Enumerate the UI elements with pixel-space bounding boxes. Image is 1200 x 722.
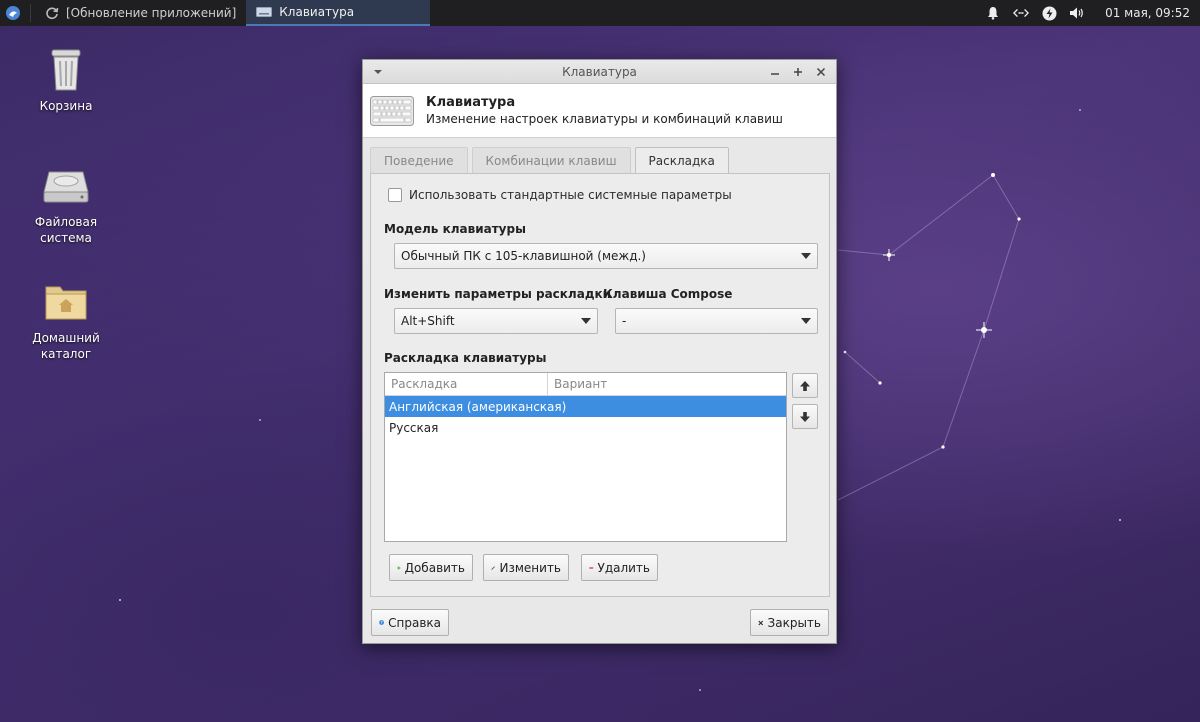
hard-drive-icon xyxy=(43,171,89,203)
help-icon: ? xyxy=(379,620,384,625)
switch-layout-value: Alt+Shift xyxy=(401,314,455,328)
close-icon[interactable] xyxy=(814,64,828,80)
keyboard-icon xyxy=(256,7,273,17)
desktop-icon-trash[interactable]: Корзина xyxy=(21,46,111,114)
desktop-icon-home[interactable]: Домашний каталог xyxy=(21,278,111,362)
desktop-icon-label: Корзина xyxy=(39,99,93,113)
home-folder-icon xyxy=(45,286,87,320)
minimize-icon[interactable] xyxy=(768,64,782,80)
arrow-down-icon xyxy=(800,411,810,422)
keyboard-layouts-label: Раскладка клавиатуры xyxy=(384,351,547,365)
edit-button-label: Изменить xyxy=(499,560,562,575)
trash-icon xyxy=(51,49,81,91)
chevron-down-icon xyxy=(581,318,591,324)
keyboard-layouts-list: Раскладка Вариант Английская (американск… xyxy=(384,372,787,542)
tab-bar: Поведение Комбинации клавиш Раскладка xyxy=(370,147,729,174)
task-keyboard[interactable]: Клавиатура xyxy=(246,0,431,26)
tab-behavior[interactable]: Поведение xyxy=(370,147,468,173)
maximize-icon[interactable] xyxy=(791,64,805,80)
help-button-label: Справка xyxy=(388,615,441,630)
use-system-defaults-checkbox[interactable] xyxy=(388,188,402,202)
system-tray: 01 мая, 09:52 xyxy=(985,5,1200,21)
task-label: [Обновление приложений] xyxy=(66,6,237,20)
pencil-icon xyxy=(491,565,495,570)
keyboard-model-select[interactable]: Обычный ПК с 105-клавишной (межд.) xyxy=(394,243,818,269)
desktop-icon-label: Домашний каталог xyxy=(32,331,100,361)
column-header-layout[interactable]: Раскладка xyxy=(385,373,548,395)
task-label: Клавиатура xyxy=(279,5,355,19)
window-menu-icon[interactable] xyxy=(371,65,385,79)
desktop-icon-filesystem[interactable]: Файловая система xyxy=(21,162,111,246)
row-layout: Русская xyxy=(389,420,439,435)
window-title: Клавиатура xyxy=(562,64,637,79)
tab-shortcuts[interactable]: Комбинации клавиш xyxy=(471,147,631,173)
use-system-defaults-row[interactable]: Использовать стандартные системные парам… xyxy=(388,188,732,202)
row-layout: Английская (американская) xyxy=(389,399,567,414)
tab-layout[interactable]: Раскладка xyxy=(634,147,729,174)
power-icon[interactable] xyxy=(1041,5,1057,21)
help-button[interactable]: ? Справка xyxy=(371,609,449,636)
remove-layout-button[interactable]: Удалить xyxy=(581,554,658,581)
switch-layout-select[interactable]: Alt+Shift xyxy=(394,308,598,334)
layout-tab-content: Использовать стандартные системные парам… xyxy=(370,173,830,597)
volume-icon[interactable] xyxy=(1069,5,1085,21)
keyboard-model-label: Модель клавиатуры xyxy=(384,222,526,236)
use-system-defaults-label: Использовать стандартные системные парам… xyxy=(409,188,732,202)
svg-text:?: ? xyxy=(381,621,383,625)
plus-icon xyxy=(397,565,401,570)
keyboard-large-icon xyxy=(370,95,414,126)
xfce-logo-icon xyxy=(6,6,20,20)
top-panel: [Обновление приложений] Клавиатура 01 ма… xyxy=(0,0,1200,26)
chevron-down-icon xyxy=(801,253,811,259)
table-row[interactable]: Английская (американская) xyxy=(385,396,786,417)
switch-layout-label: Изменить параметры раскладки xyxy=(384,287,612,301)
arrow-up-icon xyxy=(800,380,810,391)
task-software-updater[interactable]: [Обновление приложений] xyxy=(35,0,246,26)
clock[interactable]: 01 мая, 09:52 xyxy=(1105,6,1190,20)
header-title: Клавиатура xyxy=(426,95,516,110)
add-button-label: Добавить xyxy=(404,560,465,575)
close-x-icon xyxy=(758,620,764,625)
compose-key-value: - xyxy=(622,314,627,328)
header-subtitle: Изменение настроек клавиатуры и комбинац… xyxy=(426,112,783,126)
remove-button-label: Удалить xyxy=(597,560,651,575)
dialog-header: Клавиатура Изменение настроек клавиатуры… xyxy=(363,84,836,138)
compose-key-select[interactable]: - xyxy=(615,308,818,334)
refresh-icon xyxy=(46,7,59,20)
table-row[interactable]: Русская xyxy=(385,417,786,438)
keyboard-model-value: Обычный ПК с 105-клавишной (межд.) xyxy=(401,249,646,263)
add-layout-button[interactable]: Добавить xyxy=(389,554,473,581)
desktop-icon-label: Файловая система xyxy=(34,215,98,245)
close-button-label: Закрыть xyxy=(767,615,821,630)
window-titlebar[interactable]: Клавиатура xyxy=(363,60,836,84)
network-icon[interactable] xyxy=(1013,5,1030,21)
chevron-down-icon xyxy=(801,318,811,324)
keyboard-settings-dialog: Клавиатура Клавиатура Изменение настроек… xyxy=(362,59,837,644)
column-header-variant[interactable]: Вариант xyxy=(548,373,607,395)
close-button[interactable]: Закрыть xyxy=(750,609,829,636)
move-up-button[interactable] xyxy=(792,373,818,398)
notification-bell-icon[interactable] xyxy=(985,5,1001,21)
list-header: Раскладка Вариант xyxy=(385,373,786,396)
applications-menu-button[interactable] xyxy=(0,0,26,26)
minus-icon xyxy=(589,566,594,569)
edit-layout-button[interactable]: Изменить xyxy=(483,554,569,581)
panel-separator xyxy=(30,4,31,22)
compose-key-label: Клавиша Compose xyxy=(603,287,733,301)
move-down-button[interactable] xyxy=(792,404,818,429)
